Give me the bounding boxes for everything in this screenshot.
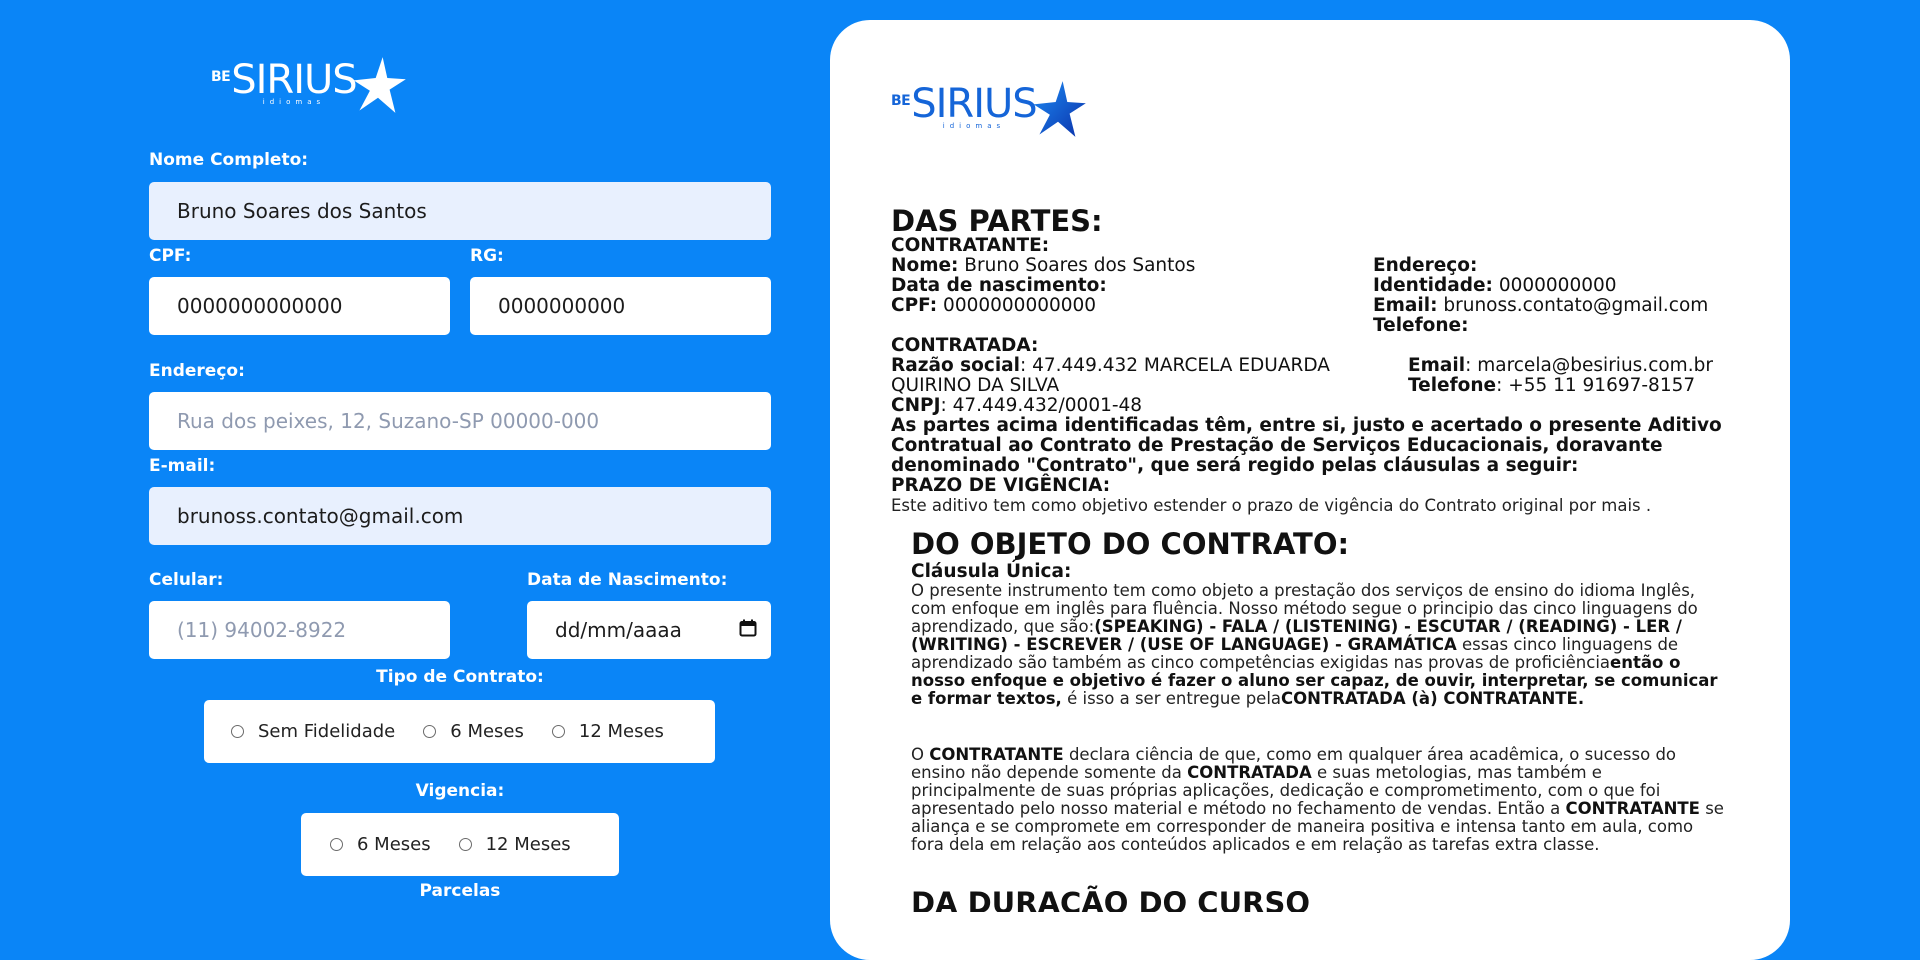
radio-12-meses[interactable]: 12 Meses: [551, 721, 664, 742]
contratada-email-label: Email: [1408, 355, 1466, 376]
razao-value-2: QUIRINO DA SILVA: [891, 375, 1060, 396]
contratada-label: CONTRATADA:: [891, 335, 1039, 356]
calendar-icon[interactable]: [739, 619, 757, 637]
razao-value-1: : 47.449.432 MARCELA EDUARDA: [1020, 355, 1330, 376]
tipo-contrato-group: Sem Fidelidade 6 Meses 12 Meses: [204, 700, 715, 763]
intro-line-2: Contratual ao Contrato de Prestação de S…: [891, 435, 1663, 456]
prazo-title: PRAZO DE VIGÊNCIA:: [891, 475, 1111, 496]
cnpj-value: : 47.449.432/0001-48: [940, 395, 1143, 416]
endereco-doc-label: Endereço:: [1373, 255, 1478, 276]
celular-input[interactable]: (11) 94002-8922: [149, 601, 450, 659]
celular-label: Celular:: [149, 570, 224, 590]
vigencia-label: Vigencia:: [415, 781, 505, 801]
cpf-doc-label: CPF:: [891, 295, 938, 316]
besirius-logo-doc: BE SIRIUS idiomas: [891, 81, 1087, 140]
identidade-doc-value: 0000000000: [1492, 275, 1617, 296]
star-icon: [1033, 81, 1086, 137]
endereco-label: Endereço:: [149, 361, 245, 381]
contratada-tel-label: Telefone: [1408, 375, 1497, 396]
star-icon: [353, 57, 406, 113]
das-partes-title: DAS PARTES:: [891, 204, 1103, 238]
radio-vigencia-6-meses[interactable]: 6 Meses: [330, 834, 431, 855]
rg-label: RG:: [470, 246, 504, 266]
email-doc-label: Email:: [1373, 295, 1438, 316]
intro-line-3: denominado "Contrato", que será regido p…: [891, 455, 1579, 476]
intro-line-1: As partes acima identificadas têm, entre…: [891, 415, 1722, 436]
nascimento-doc-label: Data de nascimento:: [891, 275, 1107, 296]
cnpj-label: CNPJ: [891, 395, 941, 416]
nascimento-label: Data de Nascimento:: [527, 570, 728, 590]
nome-input[interactable]: Bruno Soares dos Santos: [149, 182, 771, 240]
vigencia-group: 6 Meses 12 Meses: [301, 813, 619, 876]
radio-icon[interactable]: [551, 725, 565, 738]
contratada-tel-value: : +55 11 91697-8157: [1496, 375, 1696, 396]
tipo-contrato-label: Tipo de Contrato:: [376, 667, 544, 687]
telefone-doc-label: Telefone:: [1373, 315, 1469, 336]
radio-6-meses[interactable]: 6 Meses: [423, 721, 524, 742]
nome-doc-label: Nome:: [891, 255, 959, 276]
radio-icon[interactable]: [458, 838, 472, 851]
nome-label: Nome Completo:: [149, 150, 309, 170]
radio-vigencia-12-meses[interactable]: 12 Meses: [458, 834, 571, 855]
nome-doc-value: Bruno Soares dos Santos: [958, 255, 1196, 276]
contract-preview: BE SIRIUS idiomas DAS PARTES: CONTRATANT…: [830, 20, 1790, 960]
identidade-doc-label: Identidade:: [1373, 275, 1493, 296]
endereco-input[interactable]: Rua dos peixes, 12, Suzano-SP 00000-000: [149, 392, 771, 450]
radio-sem-fidelidade[interactable]: Sem Fidelidade: [231, 721, 395, 742]
email-label: E-mail:: [149, 456, 216, 476]
cpf-doc-value: 0000000000000: [937, 295, 1097, 316]
objeto-paragraph-1: O presente instrumento tem como objeto a…: [911, 581, 1718, 708]
contratante-label: CONTRATANTE:: [891, 235, 1050, 256]
parcelas-label: Parcelas: [419, 881, 501, 901]
cpf-input[interactable]: 0000000000000: [149, 277, 450, 335]
email-input[interactable]: brunoss.contato@gmail.com: [149, 487, 771, 545]
nascimento-input[interactable]: dd/mm/aaaa: [527, 601, 771, 659]
cpf-label: CPF:: [149, 246, 192, 266]
nascimento-value: dd/mm/aaaa: [555, 618, 682, 642]
email-doc-value: brunoss.contato@gmail.com: [1437, 295, 1709, 316]
radio-icon[interactable]: [330, 838, 343, 851]
contratada-email-value: : marcela@besirius.com.br: [1465, 355, 1713, 376]
radio-icon[interactable]: [423, 725, 437, 738]
objeto-paragraph-2: O CONTRATANTE declara ciência de que, co…: [911, 745, 1724, 854]
duracao-title: DA DURAÇÃO DO CURSO: [911, 886, 1311, 912]
besirius-logo: BE SIRIUS idiomas: [211, 57, 407, 116]
objeto-title: DO OBJETO DO CONTRATO:: [911, 527, 1350, 561]
razao-label: Razão social: [891, 355, 1020, 376]
rg-input[interactable]: 0000000000: [470, 277, 771, 335]
clausula-title: Cláusula Única:: [911, 561, 1072, 582]
prazo-text: Este aditivo tem como objetivo estender …: [891, 496, 1652, 515]
radio-icon[interactable]: [231, 725, 244, 738]
